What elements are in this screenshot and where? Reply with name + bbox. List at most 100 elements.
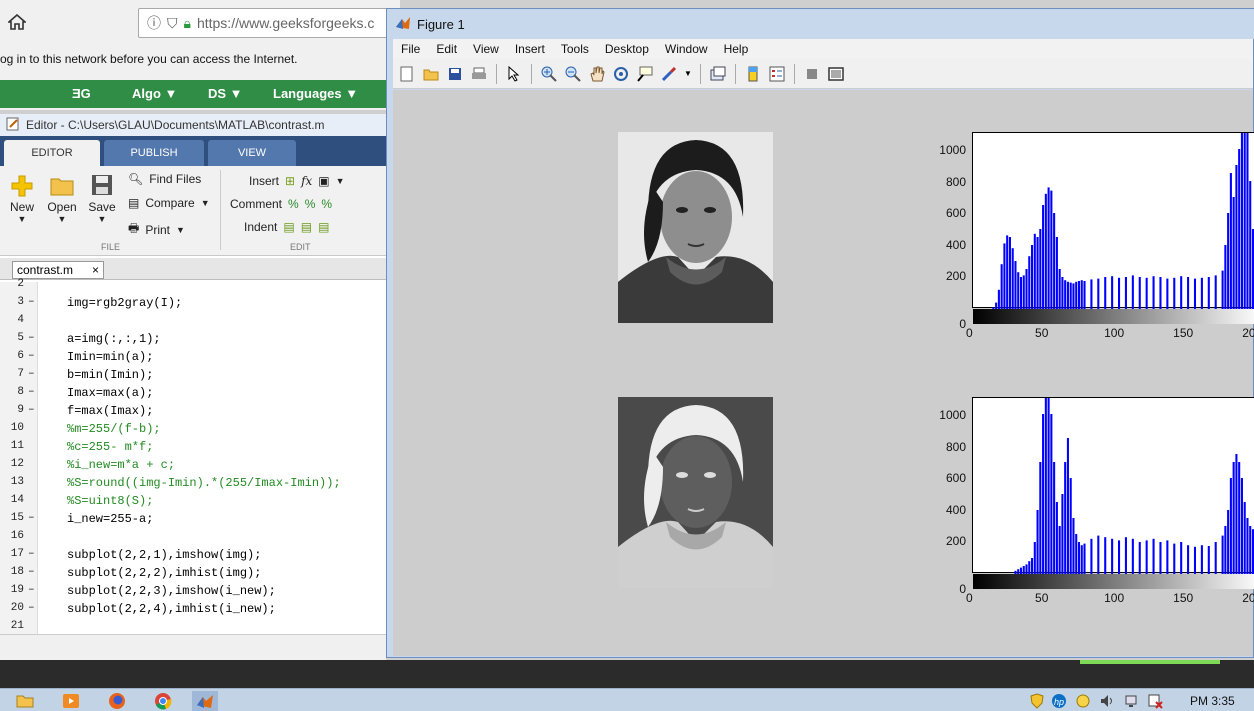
- tab-publish[interactable]: PUBLISH: [104, 140, 204, 166]
- figure-window: Figure 1 File Edit View Insert Tools Des…: [386, 8, 1254, 658]
- breakpoint-dash[interactable]: –: [28, 566, 35, 578]
- media-player-icon[interactable]: [58, 691, 84, 711]
- zoom-out-icon[interactable]: [563, 64, 583, 84]
- chevron-down-icon: ▼: [200, 198, 210, 208]
- menu-help[interactable]: Help: [716, 42, 757, 56]
- rotate-3d-icon[interactable]: [611, 64, 631, 84]
- notification-icon[interactable]: [1074, 691, 1092, 711]
- code-line[interactable]: %m=255/(f-b);: [67, 422, 161, 436]
- lock-icon: 🔒︎: [183, 14, 191, 31]
- fx-button[interactable]: fx: [301, 174, 312, 188]
- breakpoint-dash[interactable]: –: [28, 368, 35, 380]
- nav-languages[interactable]: Languages ▼: [273, 86, 358, 101]
- brush-icon[interactable]: [659, 64, 679, 84]
- code-area[interactable]: 2 3–4 5–6–7–8–9–10 11 12 13 14 15–16 17–18–19–20…: [0, 278, 386, 634]
- menu-insert[interactable]: Insert: [507, 42, 553, 56]
- code-line[interactable]: %c=255- m*f;: [67, 440, 153, 454]
- uncomment-icon[interactable]: %: [305, 197, 316, 211]
- chrome-icon[interactable]: [150, 691, 176, 711]
- histogram-bar: [1246, 133, 1249, 309]
- breakpoint-dash[interactable]: –: [28, 602, 35, 614]
- insert-icon[interactable]: ⊞: [285, 174, 295, 188]
- code-line[interactable]: subplot(2,2,2),imhist(img);: [67, 566, 261, 580]
- action-center-icon[interactable]: [1146, 691, 1164, 711]
- zoom-in-icon[interactable]: [539, 64, 559, 84]
- menu-view[interactable]: View: [465, 42, 507, 56]
- breakpoint-dash[interactable]: –: [28, 404, 35, 416]
- file-tab-contrast[interactable]: contrast.m ×: [12, 261, 104, 279]
- code-line[interactable]: i_new=255-a;: [67, 512, 153, 526]
- code-line[interactable]: img=rgb2gray(I);: [67, 296, 182, 310]
- comment-icon[interactable]: %: [288, 197, 299, 211]
- print-button[interactable]: 🖶 Print ▼: [128, 219, 185, 240]
- breakpoint-dash[interactable]: –: [28, 386, 35, 398]
- code-line[interactable]: subplot(2,2,3),imshow(i_new);: [67, 584, 276, 598]
- code-line[interactable]: b=min(Imin);: [67, 368, 153, 382]
- volume-icon[interactable]: [1098, 691, 1116, 711]
- increase-indent-icon[interactable]: ▤: [301, 220, 312, 234]
- code-line[interactable]: Imax=max(a);: [67, 386, 153, 400]
- open-button[interactable]: Open ▼: [44, 172, 80, 234]
- code-line[interactable]: %S=round((img-Imin).*(255/Imax-Imin));: [67, 476, 341, 490]
- decrease-indent-icon[interactable]: ▤: [318, 220, 329, 234]
- code-line[interactable]: subplot(2,2,4),imhist(i_new);: [67, 602, 276, 616]
- network-icon[interactable]: [1122, 691, 1140, 711]
- pan-hand-icon[interactable]: [587, 64, 607, 84]
- info-icon[interactable]: ⓘ: [147, 13, 161, 33]
- show-plot-tools-icon[interactable]: [826, 64, 846, 84]
- firefox-icon[interactable]: [104, 691, 130, 711]
- address-bar[interactable]: ⓘ ⛉ 🔒︎ https://www.geeksforgeeks.c: [138, 8, 400, 38]
- tab-view[interactable]: VIEW: [208, 140, 296, 166]
- save-figure-icon[interactable]: [445, 64, 465, 84]
- compare-button[interactable]: ▤ Compare ▼: [128, 196, 210, 210]
- legend-icon[interactable]: [767, 64, 787, 84]
- insert-function-icon[interactable]: ▣: [318, 174, 329, 188]
- breakpoint-dash[interactable]: –: [28, 332, 35, 344]
- chevron-down-icon[interactable]: ▼: [683, 64, 693, 84]
- menu-window[interactable]: Window: [657, 42, 716, 56]
- menu-tools[interactable]: Tools: [553, 42, 597, 56]
- network-login-message[interactable]: og in to this network before you can acc…: [0, 52, 298, 66]
- find-files-button[interactable]: 🔍︎ Find Files: [128, 172, 201, 186]
- wrap-comment-icon[interactable]: %: [321, 197, 332, 211]
- colorbar-icon[interactable]: [743, 64, 763, 84]
- new-figure-icon[interactable]: [397, 64, 417, 84]
- tab-editor[interactable]: EDITOR: [4, 140, 100, 166]
- chevron-down-icon[interactable]: ▼: [336, 176, 345, 186]
- menu-edit[interactable]: Edit: [428, 42, 465, 56]
- save-button[interactable]: Save ▼: [84, 172, 120, 234]
- open-file-icon[interactable]: [421, 64, 441, 84]
- system-clock[interactable]: PM 3:35: [1190, 694, 1235, 708]
- hide-plot-tools-icon[interactable]: [802, 64, 822, 84]
- matlab-taskbar-icon[interactable]: [192, 691, 218, 711]
- menu-desktop[interactable]: Desktop: [597, 42, 657, 56]
- menu-file[interactable]: File: [393, 42, 428, 56]
- code-line[interactable]: %S=uint8(S);: [67, 494, 153, 508]
- code-line[interactable]: a=img(:,:,1);: [67, 332, 161, 346]
- line-number: 15: [10, 512, 24, 524]
- breakpoint-dash[interactable]: –: [28, 548, 35, 560]
- nav-ds[interactable]: DS ▼: [208, 86, 243, 101]
- file-explorer-icon[interactable]: [12, 691, 38, 711]
- breakpoint-dash[interactable]: –: [28, 584, 35, 596]
- code-line[interactable]: Imin=min(a);: [67, 350, 153, 364]
- smart-indent-icon[interactable]: ▤: [283, 220, 294, 234]
- histogram-negative-plot: [1014, 398, 1254, 574]
- close-icon[interactable]: ×: [92, 263, 99, 277]
- home-icon[interactable]: [6, 12, 28, 32]
- gfg-logo[interactable]: ƎG: [72, 86, 91, 101]
- link-plot-icon[interactable]: [708, 64, 728, 84]
- breakpoint-dash[interactable]: –: [28, 350, 35, 362]
- data-cursor-icon[interactable]: [635, 64, 655, 84]
- pointer-icon[interactable]: [504, 64, 524, 84]
- code-line[interactable]: %i_new=m*a + c;: [67, 458, 175, 472]
- code-line[interactable]: f=max(Imax);: [67, 404, 153, 418]
- print-figure-icon[interactable]: [469, 64, 489, 84]
- breakpoint-dash[interactable]: –: [28, 512, 35, 524]
- nav-algo[interactable]: Algo ▼: [132, 86, 177, 101]
- code-line[interactable]: subplot(2,2,1),imshow(img);: [67, 548, 261, 562]
- breakpoint-dash[interactable]: –: [28, 296, 35, 308]
- security-shield-icon[interactable]: [1028, 691, 1046, 711]
- new-button[interactable]: New ▼: [4, 172, 40, 234]
- hp-icon[interactable]: hp: [1050, 691, 1068, 711]
